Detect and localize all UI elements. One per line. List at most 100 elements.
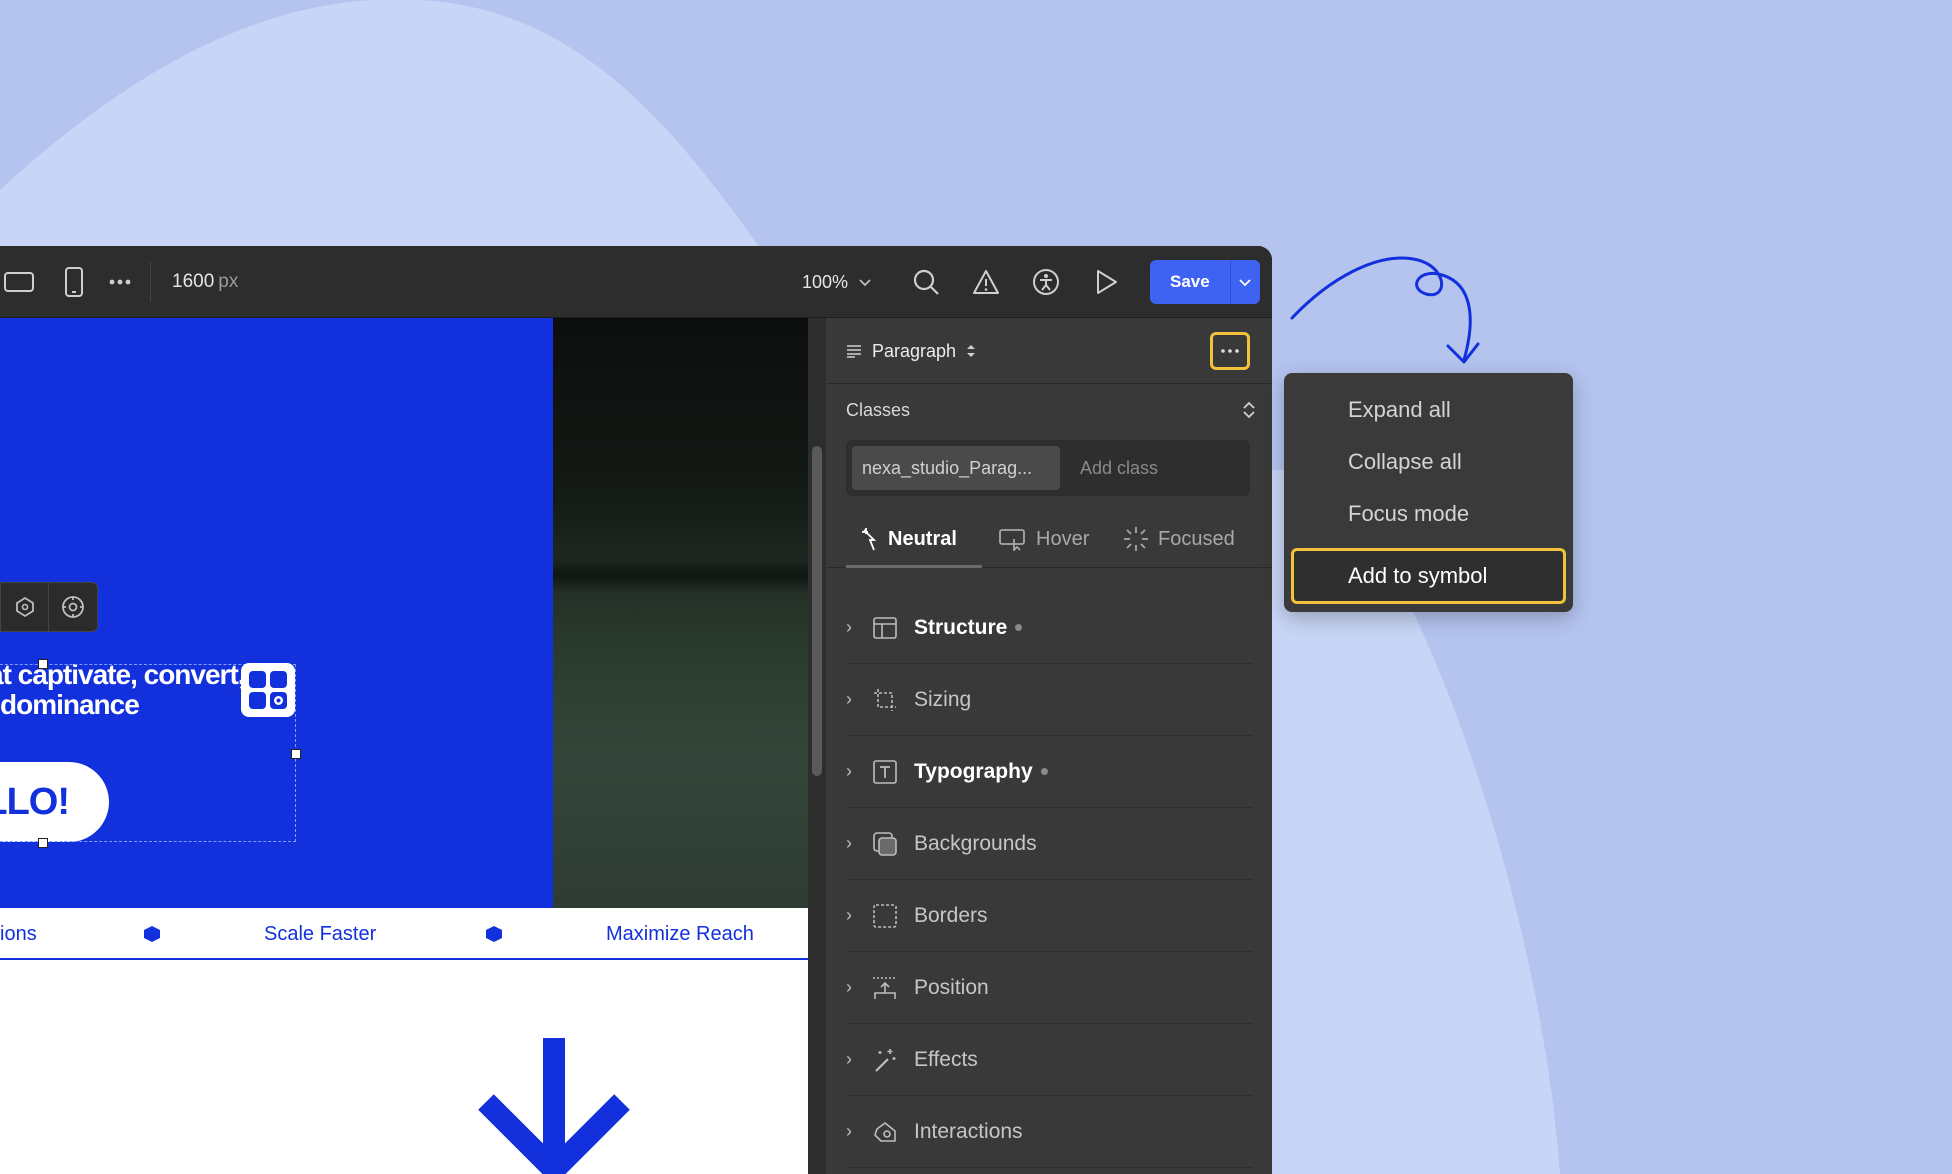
- section-label: Position: [914, 975, 989, 999]
- marquee-separator-icon: [144, 926, 160, 942]
- section-sizing[interactable]: › Sizing: [846, 664, 1252, 736]
- tab-focused-label: Focused: [1158, 527, 1235, 550]
- backgrounds-icon: [870, 829, 900, 859]
- section-label: Backgrounds: [914, 831, 1037, 855]
- chevron-right-icon: ›: [846, 977, 852, 997]
- resize-handle-right[interactable]: [291, 749, 301, 759]
- symbol-badge-icon[interactable]: [241, 663, 295, 717]
- resize-handle-top[interactable]: [38, 659, 48, 669]
- save-options-button[interactable]: [1229, 260, 1260, 304]
- mobile-icon[interactable]: [58, 246, 90, 318]
- design-canvas[interactable]: at captivate, convert, dominance LLO! io…: [0, 318, 808, 1174]
- hand-drawn-arrow-icon: [1290, 256, 1480, 364]
- marquee-item: Maximize Reach: [606, 923, 754, 945]
- save-button[interactable]: Save: [1150, 260, 1230, 304]
- accessibility-icon[interactable]: [1028, 246, 1064, 318]
- element-type-label: Paragraph: [872, 340, 957, 361]
- element-type-select[interactable]: Paragraph: [846, 318, 976, 384]
- section-label: Effects: [914, 1047, 978, 1071]
- save-button-group: Save: [1150, 260, 1260, 304]
- zoom-select[interactable]: 100%: [802, 246, 872, 318]
- menu-item-add-to-symbol[interactable]: Add to symbol: [1291, 548, 1566, 604]
- class-selector: nexa_studio_Parag... Add class: [846, 440, 1250, 496]
- tab-hover-label: Hover: [1036, 527, 1090, 550]
- menu-item-focus-mode[interactable]: Focus mode: [1348, 499, 1469, 529]
- chevron-right-icon: ›: [846, 1049, 852, 1069]
- section-backgrounds[interactable]: › Backgrounds: [846, 808, 1252, 880]
- editor-window: 1600 px 100% Save at captivate, convert,…: [0, 246, 1272, 1174]
- modified-indicator: [1040, 768, 1048, 775]
- section-effects[interactable]: › Effects: [846, 1024, 1252, 1096]
- section-label: Interactions: [914, 1119, 1023, 1143]
- canvas-scrollbar[interactable]: [808, 318, 826, 1174]
- symbol-icon[interactable]: [1, 583, 49, 631]
- expand-collapse-icon[interactable]: [1242, 400, 1256, 420]
- menu-item-collapse-all[interactable]: Collapse all: [1348, 447, 1462, 477]
- chevron-right-icon: ›: [846, 689, 852, 709]
- structure-icon: [870, 613, 900, 643]
- borders-icon: [870, 901, 900, 931]
- canvas-width[interactable]: 1600 px: [172, 246, 238, 318]
- add-class-input[interactable]: Add class: [1080, 440, 1158, 496]
- classes-label: Classes: [846, 399, 911, 420]
- section-interactions[interactable]: › Interactions: [846, 1096, 1252, 1168]
- active-tab-indicator: [846, 565, 982, 568]
- section-label: Typography: [914, 759, 1033, 783]
- panel-header: Paragraph: [826, 318, 1272, 384]
- zoom-value: 100%: [802, 271, 849, 292]
- marquee-item: Scale Faster: [264, 923, 377, 945]
- more-icon: [1221, 349, 1239, 353]
- tab-neutral[interactable]: Neutral: [860, 510, 957, 568]
- arrow-down-icon: [478, 1038, 630, 1174]
- element-settings-icon[interactable]: [49, 583, 97, 631]
- marquee-separator-icon: [486, 926, 502, 942]
- hero-image[interactable]: [553, 318, 808, 908]
- search-icon[interactable]: [908, 246, 944, 318]
- chevron-right-icon: ›: [846, 905, 852, 925]
- state-tabs: Neutral Hover Focused: [826, 510, 1272, 568]
- neutral-icon: [862, 528, 877, 551]
- focused-icon: [1124, 527, 1148, 551]
- class-chip[interactable]: nexa_studio_Parag...: [852, 446, 1060, 490]
- tablet-landscape-icon[interactable]: [0, 246, 38, 318]
- sort-icon: [967, 345, 976, 357]
- chevron-down-icon: [859, 279, 871, 287]
- classes-header[interactable]: Classes: [846, 384, 1256, 436]
- section-label: Structure: [914, 615, 1008, 639]
- section-label: Sizing: [914, 687, 972, 711]
- style-panel: Paragraph Classes nexa_studio_Parag... A…: [826, 318, 1272, 1174]
- more-icon[interactable]: [104, 246, 136, 318]
- chevron-right-icon: ›: [846, 617, 852, 637]
- warning-icon[interactable]: [968, 246, 1004, 318]
- typography-icon: [870, 757, 900, 787]
- chevron-right-icon: ›: [846, 833, 852, 853]
- interactions-icon: [870, 1117, 900, 1147]
- paragraph-icon: [847, 345, 861, 358]
- more-options-button[interactable]: [1210, 332, 1250, 370]
- position-icon: [870, 973, 900, 1003]
- section-label: Borders: [914, 903, 988, 927]
- chevron-right-icon: ›: [846, 761, 852, 781]
- chevron-right-icon: ›: [846, 1121, 852, 1141]
- section-borders[interactable]: › Borders: [846, 880, 1252, 952]
- section-structure[interactable]: › Structure: [846, 592, 1252, 664]
- marquee-strip: ions Scale Faster Maximize Reach: [0, 908, 808, 960]
- hover-icon: [999, 529, 1025, 551]
- resize-handle-bottom[interactable]: [38, 838, 48, 848]
- play-icon[interactable]: [1088, 246, 1124, 318]
- chevron-down-icon: [1239, 279, 1251, 287]
- menu-item-expand-all[interactable]: Expand all: [1348, 395, 1451, 425]
- effects-icon: [870, 1045, 900, 1075]
- scrollbar-thumb[interactable]: [812, 446, 822, 776]
- top-toolbar: 1600 px 100% Save: [0, 246, 1272, 318]
- marquee-item: ions: [0, 923, 37, 945]
- sizing-icon: [870, 685, 900, 715]
- toolbar-divider: [150, 262, 151, 302]
- element-floating-toolbar: [0, 582, 98, 632]
- modified-indicator: [1015, 624, 1023, 631]
- tab-hover[interactable]: Hover: [998, 510, 1089, 568]
- section-typography[interactable]: › Typography: [846, 736, 1252, 808]
- options-context-menu: Expand all Collapse all Focus mode Add t…: [1284, 373, 1573, 612]
- section-position[interactable]: › Position: [846, 952, 1252, 1024]
- tab-focused[interactable]: Focused: [1122, 510, 1235, 568]
